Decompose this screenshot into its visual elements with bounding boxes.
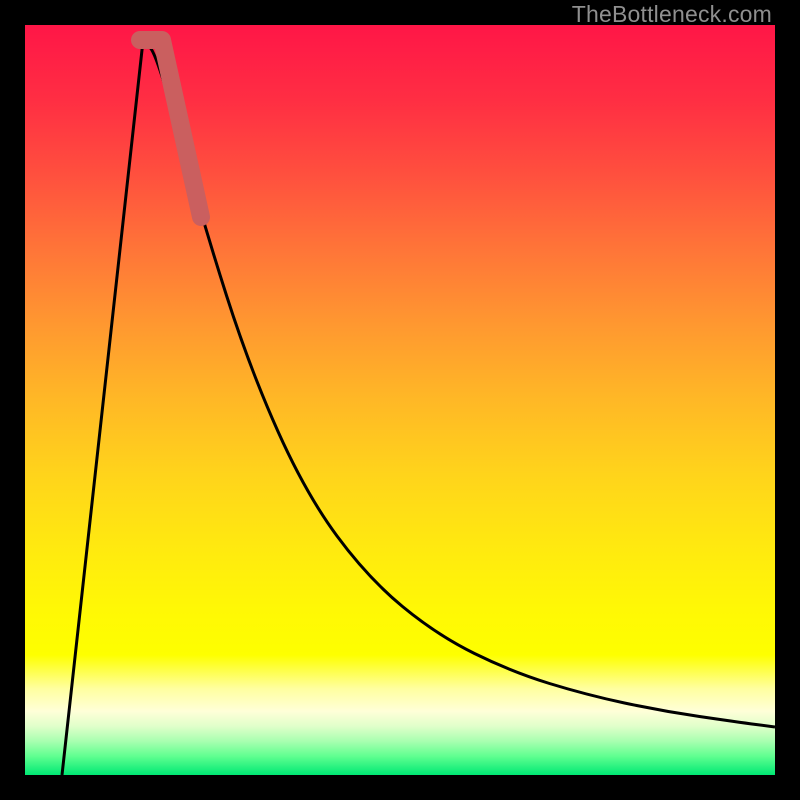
plot-frame bbox=[25, 25, 775, 775]
watermark-text: TheBottleneck.com bbox=[572, 1, 772, 28]
curve-layer bbox=[25, 25, 775, 775]
black-v-curve bbox=[62, 41, 775, 775]
red-tick-marker bbox=[140, 40, 201, 217]
